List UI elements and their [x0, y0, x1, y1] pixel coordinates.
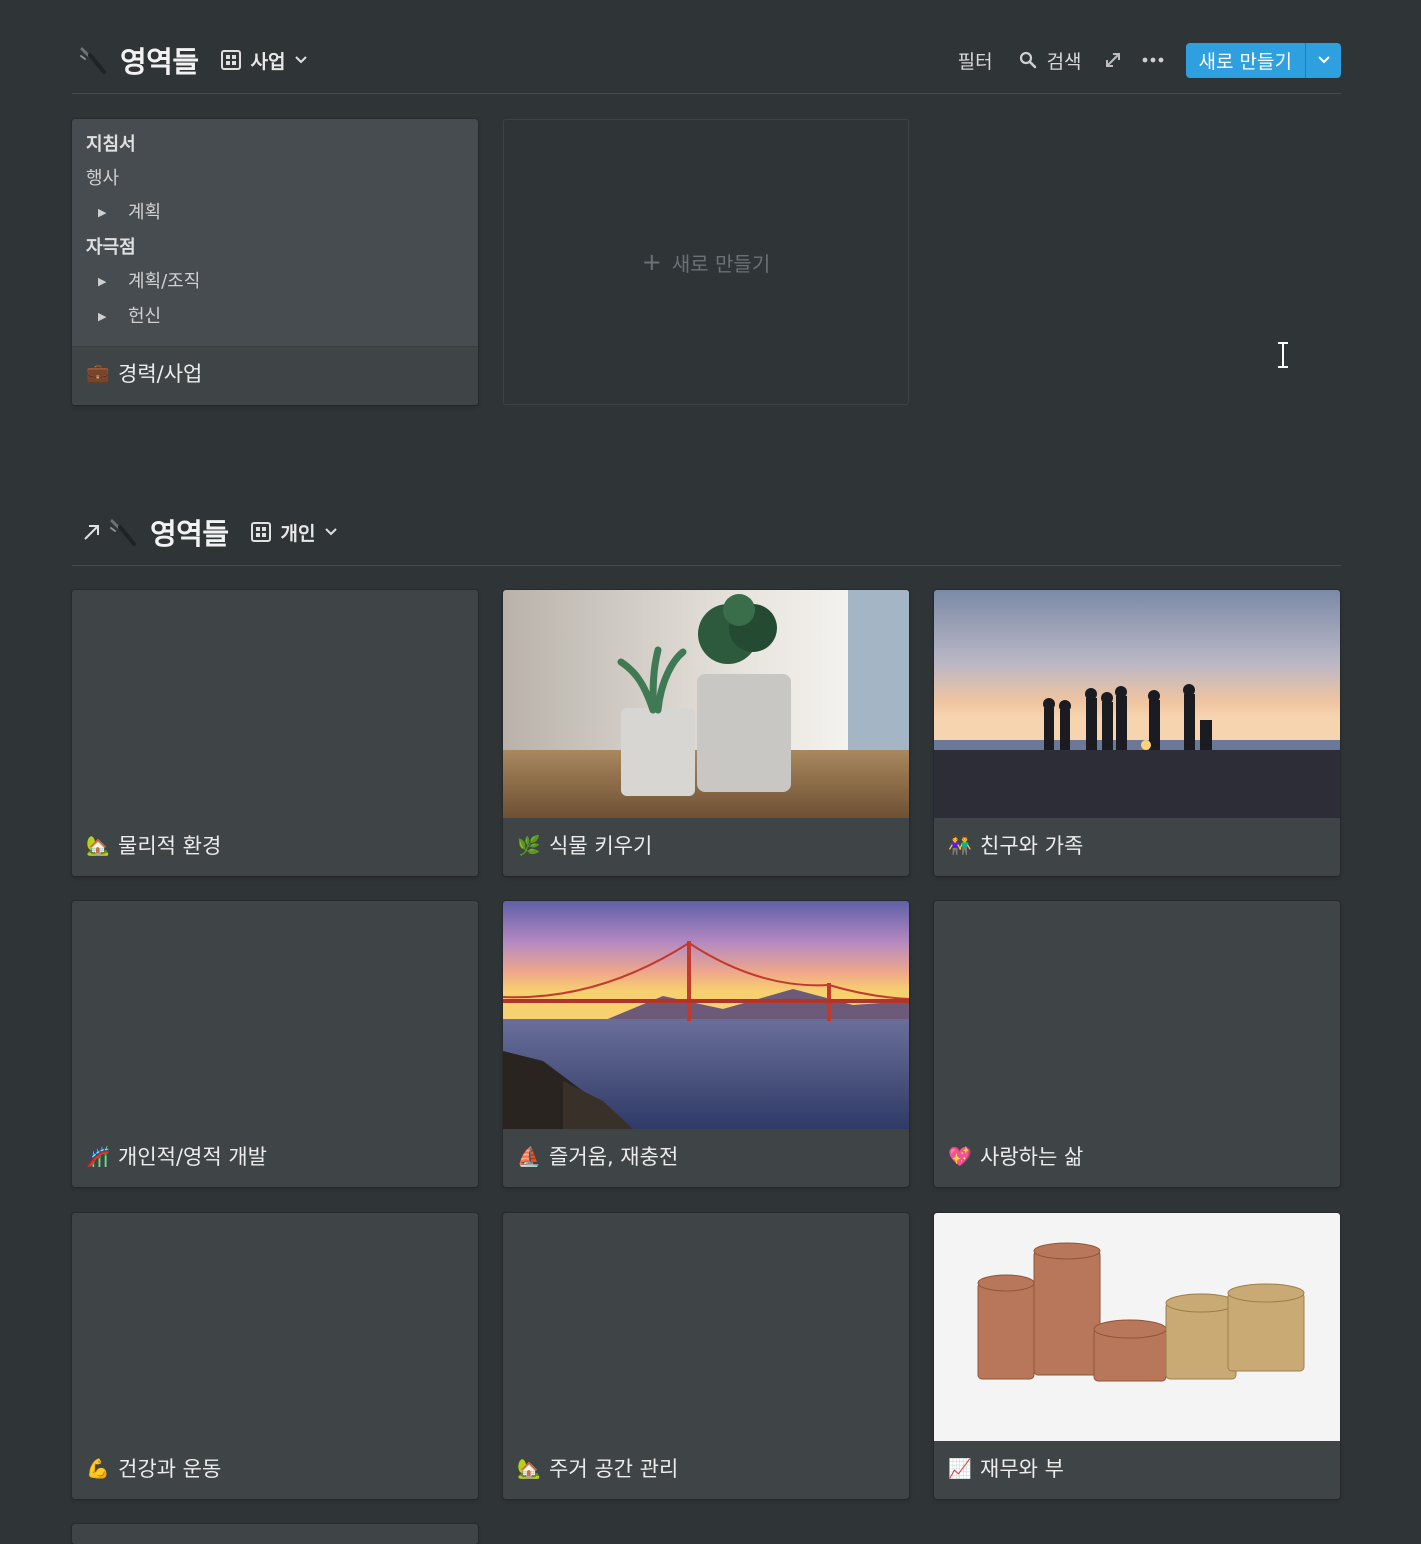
gallery-card[interactable]: 🎢 개인적/영적 개발 [72, 901, 478, 1187]
card-cover-plants-image [503, 590, 909, 818]
section-header-personal: 영역들 개인 [72, 508, 1341, 566]
gallery-card-career[interactable]: 지침서 행사 ▶ 계획 자극점 ▶ 계획/조직 ▶ 헌신 💼 경력/사업 [72, 119, 478, 405]
database-icon [108, 517, 138, 547]
outline-text: 행사 [86, 168, 120, 189]
card-title-text: 즐거움, 재충전 [549, 1145, 679, 1169]
card-title: 📈 재무와 부 [948, 1453, 1064, 1483]
search-icon [1019, 51, 1036, 69]
card-title-text: 주거 공간 관리 [549, 1457, 679, 1481]
expand-icon[interactable] [1104, 51, 1122, 69]
outline-heading: 자극점 [86, 237, 136, 258]
sailboat-icon: ⛵ [517, 1145, 541, 1168]
sparkling-heart-icon: 💖 [948, 1145, 972, 1168]
gallery-view-icon [220, 50, 241, 70]
gallery-card[interactable]: 🏡 물리적 환경 [72, 590, 478, 876]
card-title: 💪 건강과 운동 [86, 1453, 221, 1483]
card-title-text: 재무와 부 [980, 1457, 1064, 1481]
database-icon [78, 45, 108, 75]
gallery-card[interactable]: 🌿 식물 키우기 [503, 590, 909, 876]
card-title: 💖 사랑하는 삶 [948, 1141, 1083, 1171]
plus-icon: + [641, 248, 662, 276]
outline-toggle: ▶ 계획/조직 [86, 270, 464, 305]
chevron-down-icon [1317, 56, 1330, 64]
card-title-text: 식물 키우기 [549, 834, 653, 858]
briefcase-icon: 💼 [86, 362, 110, 385]
new-card-label: 새로 만들기 [671, 251, 771, 276]
triangle-right-icon: ▶ [98, 275, 107, 288]
gallery-card[interactable]: 👫 친구와 가족 [934, 590, 1340, 876]
card-title-text: 물리적 환경 [118, 834, 222, 858]
more-options-icon[interactable] [1142, 57, 1164, 63]
gallery-card[interactable]: 📈 재무와 부 [934, 1213, 1340, 1499]
linked-database-arrow-icon [84, 525, 99, 540]
new-button-group: 새로 만들기 [1185, 42, 1341, 78]
outline-toggle-label: 계획 [128, 202, 162, 223]
gallery-view-icon [250, 522, 271, 542]
couple-icon: 👫 [948, 834, 972, 857]
view-switcher[interactable]: 개인 [250, 519, 338, 546]
gallery-card[interactable]: 💖 사랑하는 삶 [934, 901, 1340, 1187]
search-label: 검색 [1046, 50, 1082, 73]
house-icon: 🏡 [86, 834, 110, 857]
outline-toggle: ▶ 헌신 [86, 305, 464, 340]
card-title-text: 개인적/영적 개발 [118, 1145, 267, 1169]
view-switcher[interactable]: 사업 [220, 47, 308, 74]
filter-button[interactable]: 필터 [958, 47, 993, 74]
search-button[interactable]: 검색 [1019, 47, 1082, 74]
card-title-text: 경력/사업 [118, 362, 203, 386]
outline-toggle-label: 헌신 [128, 306, 162, 327]
gallery-card[interactable] [72, 1524, 478, 1544]
text-cursor-icon [1278, 342, 1288, 368]
chevron-down-icon [324, 528, 337, 536]
card-title: 👫 친구와 가족 [948, 830, 1083, 860]
card-title: 🌿 식물 키우기 [517, 830, 652, 860]
herb-icon: 🌿 [517, 834, 541, 857]
card-title: ⛵ 즐거움, 재충전 [517, 1141, 678, 1171]
house-garden-icon: 🏡 [517, 1457, 541, 1480]
database-title[interactable]: 영역들 [120, 39, 199, 81]
card-cover-coins-image [934, 1213, 1340, 1441]
outline-heading: 지침서 [86, 134, 136, 155]
card-title-text: 사랑하는 삶 [980, 1145, 1084, 1169]
card-title-text: 친구와 가족 [980, 834, 1084, 858]
card-cover-friends-image [934, 590, 1340, 818]
new-button[interactable]: 새로 만들기 [1186, 43, 1305, 78]
section-header-business: 영역들 사업 필터 검색 새로 만들기 [72, 36, 1341, 94]
gallery-card[interactable]: 🏡 주거 공간 관리 [503, 1213, 909, 1499]
flexed-biceps-icon: 💪 [86, 1457, 110, 1480]
card-title: 💼 경력/사업 [86, 358, 202, 388]
new-card-button[interactable]: + 새로 만들기 [503, 119, 909, 405]
card-title: 🏡 주거 공간 관리 [517, 1453, 678, 1483]
card-title: 🏡 물리적 환경 [86, 830, 221, 860]
outline-toggle-label: 계획/조직 [128, 271, 201, 292]
new-button-dropdown[interactable] [1305, 42, 1341, 78]
card-title-text: 건강과 운동 [118, 1457, 222, 1481]
database-title[interactable]: 영역들 [150, 511, 229, 553]
gallery-card[interactable]: ⛵ 즐거움, 재충전 [503, 901, 909, 1187]
outline-toggle: ▶ 계획 [86, 201, 464, 236]
chart-increasing-icon: 📈 [948, 1457, 972, 1480]
gallery-card[interactable]: 💪 건강과 운동 [72, 1213, 478, 1499]
view-name: 개인 [280, 522, 316, 545]
card-preview-outline: 지침서 행사 ▶ 계획 자극점 ▶ 계획/조직 ▶ 헌신 [86, 133, 464, 340]
card-footer: 💼 경력/사업 [72, 346, 478, 405]
card-cover-bridge-image [503, 901, 909, 1129]
triangle-right-icon: ▶ [98, 310, 107, 323]
triangle-right-icon: ▶ [98, 206, 107, 219]
chevron-down-icon [294, 56, 307, 64]
card-title: 🎢 개인적/영적 개발 [86, 1141, 267, 1171]
view-name: 사업 [250, 50, 286, 73]
roller-coaster-icon: 🎢 [86, 1145, 110, 1168]
